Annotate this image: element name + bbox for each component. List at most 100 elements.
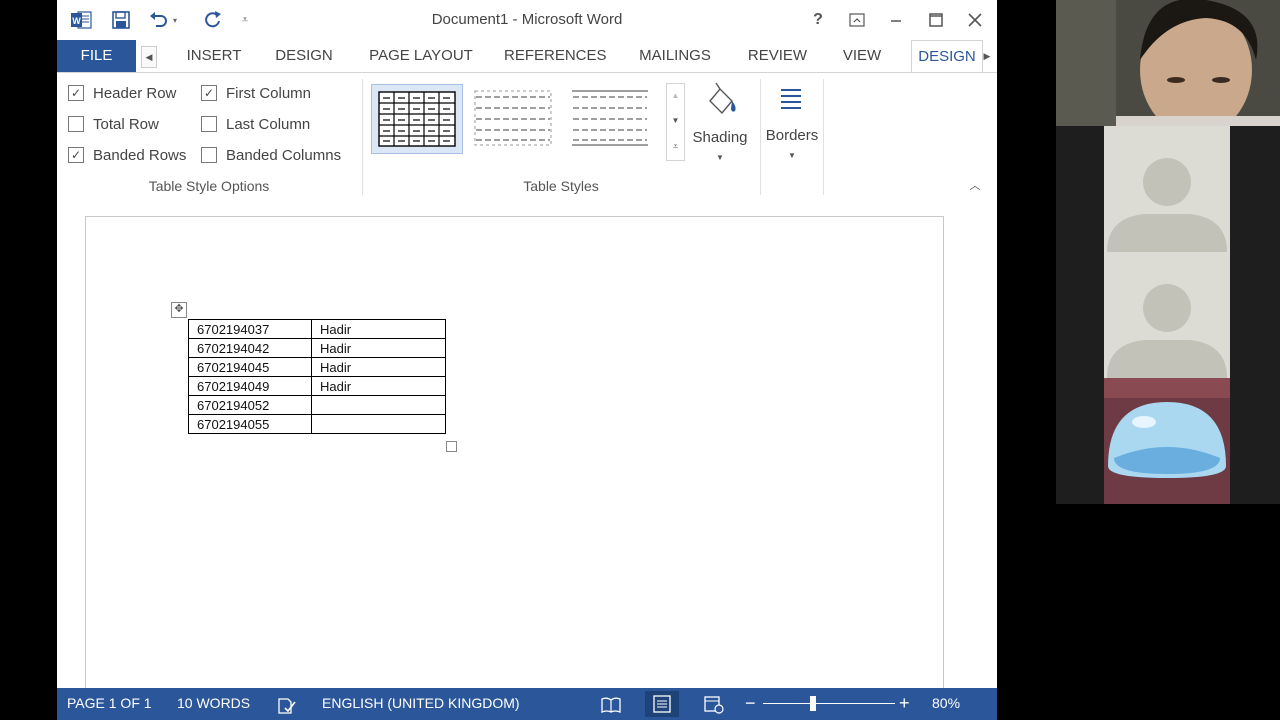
checkbox-empty-icon[interactable] (201, 147, 217, 163)
tab-design[interactable]: DESIGN (268, 40, 340, 72)
proofing-icon[interactable] (277, 695, 297, 714)
banded-rows-option[interactable]: ✓ Banded Rows (68, 144, 198, 166)
checkbox-checked-icon[interactable]: ✓ (68, 147, 84, 163)
tabs-scroll-right-icon[interactable]: ▶ (981, 46, 993, 66)
table-row: 6702194042 Hadir (188, 338, 446, 358)
document-page[interactable] (85, 216, 944, 718)
help-button[interactable]: ? (803, 8, 833, 32)
status-bar: PAGE 1 OF 1 10 WORDS ENGLISH (UNITED KIN… (57, 688, 997, 720)
participant-avatar-1[interactable] (1104, 126, 1230, 252)
ribbon-display-options-icon[interactable] (842, 8, 872, 32)
student-id-cell[interactable]: 6702194045 (188, 357, 312, 377)
tab-file[interactable]: FILE (57, 40, 136, 72)
shading-label: Shading (692, 129, 748, 146)
table-style-light-thumbnail[interactable] (565, 84, 655, 152)
web-layout-icon[interactable] (704, 694, 724, 714)
zoom-in-icon[interactable]: + (899, 688, 910, 720)
shading-dropdown-icon: ▼ (716, 153, 724, 162)
table-row: 6702194055 (188, 414, 446, 434)
table-row: 6702194049 Hadir (188, 376, 446, 396)
zoom-out-icon[interactable]: − (745, 688, 756, 720)
tab-insert[interactable]: INSERT (181, 40, 247, 72)
language-indicator[interactable]: ENGLISH (UNITED KINGDOM) (322, 688, 520, 720)
tab-mailings[interactable]: MAILINGS (632, 40, 718, 72)
collapse-ribbon-icon[interactable]: ︿ (967, 177, 983, 193)
avatar-person-icon (1104, 126, 1230, 252)
group-separator (823, 79, 824, 195)
page-count[interactable]: PAGE 1 OF 1 (67, 688, 152, 720)
title-bar: W ▾ ⩡ Document1 - Microsoft Word ? (57, 0, 997, 40)
participant-avatar-slime[interactable] (1104, 378, 1230, 504)
tab-table-design[interactable]: DESIGN (911, 40, 983, 72)
total-row-label: Total Row (93, 115, 159, 133)
borders-button[interactable]: Borders ▼ (761, 79, 823, 171)
header-row-option[interactable]: ✓ Header Row (68, 82, 198, 104)
attendance-status-cell[interactable]: Hadir (311, 319, 446, 339)
zoom-slider-track[interactable] (763, 703, 895, 704)
attendance-status-cell[interactable]: Hadir (311, 376, 446, 396)
minimize-button[interactable] (881, 8, 911, 32)
borders-icon (781, 89, 801, 109)
checkbox-checked-icon[interactable]: ✓ (68, 85, 84, 101)
shading-bucket-icon (709, 82, 736, 115)
student-id-cell[interactable]: 6702194055 (188, 414, 312, 434)
last-column-option[interactable]: Last Column (201, 113, 341, 135)
borders-dropdown-icon: ▼ (788, 151, 796, 160)
gallery-more-icon[interactable]: ⩡ (667, 134, 684, 159)
attendance-status-cell[interactable]: Hadir (311, 357, 446, 377)
first-column-label: First Column (226, 84, 312, 102)
table-resize-handle[interactable] (446, 441, 457, 452)
ribbon: ✓ Header Row ✓ First Column Total Row La… (57, 72, 997, 204)
close-button[interactable] (960, 8, 990, 32)
tabs-scroll-left-icon[interactable]: ◀ (141, 46, 157, 68)
tab-page-layout[interactable]: PAGE LAYOUT (364, 40, 478, 72)
table-style-grid-thumbnail[interactable] (371, 84, 463, 154)
maximize-button[interactable] (921, 8, 951, 32)
table-style-plain-thumbnail[interactable] (468, 84, 558, 152)
print-layout-icon[interactable] (645, 691, 679, 717)
last-column-label: Last Column (226, 115, 311, 133)
borders-label: Borders (765, 127, 819, 144)
slime-avatar-icon (1104, 378, 1230, 504)
student-id-cell[interactable]: 6702194049 (188, 376, 312, 396)
table-row: 6702194052 (188, 395, 446, 415)
total-row-option[interactable]: Total Row (68, 113, 198, 135)
checkbox-empty-icon[interactable] (68, 116, 84, 132)
banded-columns-label: Banded Columns (226, 146, 342, 164)
document-table[interactable]: 6702194037 Hadir 6702194042 Hadir 6702194045… (188, 319, 446, 434)
student-id-cell[interactable]: 6702194052 (188, 395, 312, 415)
student-id-cell[interactable]: 6702194037 (188, 319, 312, 339)
participant-video-webcam[interactable] (1056, 0, 1280, 126)
ribbon-tabs: FILE ◀ INSERT DESIGN PAGE LAYOUT REFEREN… (57, 40, 997, 72)
attendance-status-cell[interactable] (311, 395, 446, 415)
banded-columns-option[interactable]: Banded Columns (201, 144, 361, 166)
banded-rows-label: Banded Rows (93, 146, 187, 164)
tab-review[interactable]: REVIEW (744, 40, 811, 72)
word-window: W ▾ ⩡ Document1 - Microsoft Word ? FILE … (57, 0, 997, 720)
document-area (57, 202, 997, 718)
header-row-label: Header Row (93, 84, 177, 102)
attendance-status-cell[interactable]: Hadir (311, 338, 446, 358)
gallery-up-icon[interactable]: ▲ (667, 84, 684, 108)
zoom-slider-thumb[interactable] (810, 696, 816, 711)
zoom-level[interactable]: 80% (932, 688, 960, 720)
gallery-scroll: ▲ ▼ ⩡ (666, 83, 685, 161)
table-styles-label: Table Styles (523, 178, 599, 194)
student-id-cell[interactable]: 6702194042 (188, 338, 312, 358)
checkbox-empty-icon[interactable] (201, 116, 217, 132)
table-row: 6702194037 Hadir (188, 319, 446, 339)
word-count[interactable]: 10 WORDS (177, 688, 250, 720)
first-column-option[interactable]: ✓ First Column (201, 82, 341, 104)
table-move-handle-icon[interactable]: ✥ (171, 302, 187, 318)
video-call-panel (1056, 0, 1280, 504)
avatar-person-icon (1104, 252, 1230, 378)
shading-button[interactable]: Shading ▼ (687, 79, 753, 171)
table-row: 6702194045 Hadir (188, 357, 446, 377)
read-mode-icon[interactable] (601, 694, 621, 714)
attendance-status-cell[interactable] (311, 414, 446, 434)
tab-view[interactable]: VIEW (837, 40, 887, 72)
checkbox-checked-icon[interactable]: ✓ (201, 85, 217, 101)
tab-references[interactable]: REFERENCES (504, 40, 607, 72)
gallery-down-icon[interactable]: ▼ (667, 109, 684, 133)
participant-avatar-2[interactable] (1104, 252, 1230, 378)
